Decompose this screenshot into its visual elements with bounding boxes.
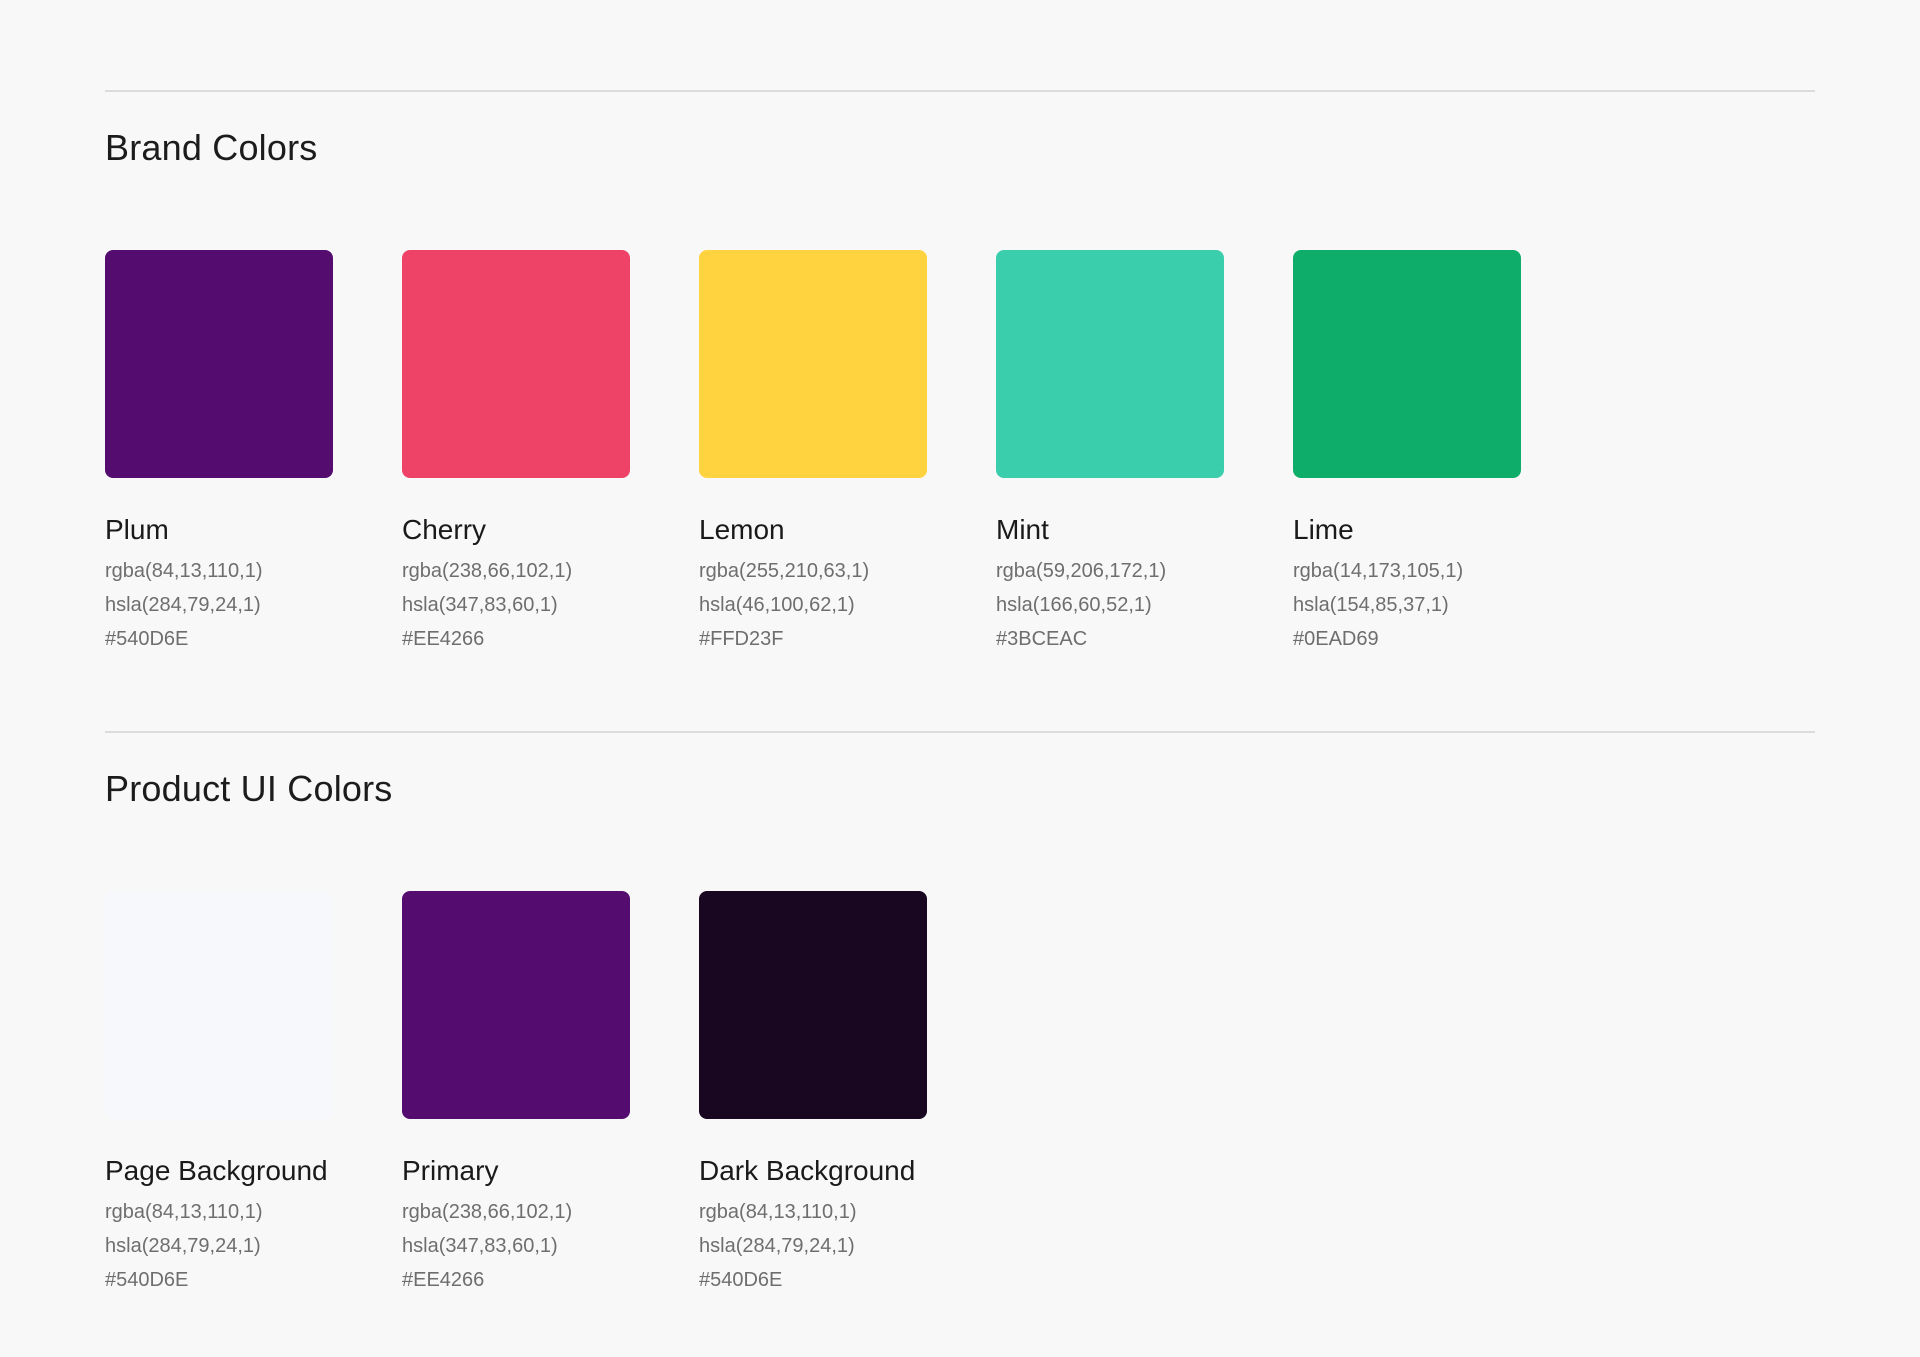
hex-value: #EE4266: [402, 628, 485, 650]
color-swatch: [105, 891, 333, 1119]
section-title: Brand Colors: [105, 127, 318, 168]
color-swatch: [699, 250, 927, 478]
color-card-plum: Plum rgba(84,13,110,1) hsla(284,79,24,1) #5…: [105, 250, 333, 656]
rgba-value: rgba(14,173,105,1): [1293, 560, 1464, 582]
color-name: Mint: [996, 514, 1049, 545]
brand-colors-section: Brand Colors Plum rgba(84,13,110,1) hsla(2…: [105, 90, 1815, 650]
color-card-lime: Lime rgba(14,173,105,1) hsla(154,85,37,1) #…: [1293, 250, 1521, 656]
rgba-value: rgba(255,210,63,1): [699, 560, 870, 582]
hsla-value: hsla(284,79,24,1): [105, 594, 261, 616]
color-values: rgba(238,66,102,1) hsla(347,83,60,1) #EE42…: [402, 1195, 630, 1297]
color-values: rgba(238,66,102,1) hsla(347,83,60,1) #EE42…: [402, 554, 630, 656]
color-swatch: [105, 250, 333, 478]
color-values: rgba(84,13,110,1) hsla(284,79,24,1) #540D6…: [105, 1195, 333, 1297]
color-name: Dark Background: [699, 1155, 916, 1186]
color-swatch: [699, 891, 927, 1119]
hsla-value: hsla(347,83,60,1): [402, 1235, 558, 1257]
color-name: Lemon: [699, 514, 785, 545]
hex-value: #540D6E: [105, 628, 189, 650]
color-swatch: [402, 250, 630, 478]
color-values: rgba(84,13,110,1) hsla(284,79,24,1) #540D6…: [699, 1195, 927, 1297]
color-card-page-background: Page Background rgba(84,13,110,1) hsla(284…: [105, 891, 333, 1297]
swatch-row: Page Background rgba(84,13,110,1) hsla(284…: [105, 891, 927, 1297]
color-card-mint: Mint rgba(59,206,172,1) hsla(166,60,52,1) #…: [996, 250, 1224, 656]
hex-value: #3BCEAC: [996, 628, 1088, 650]
color-card-dark-background: Dark Background rgba(84,13,110,1) hsla(284…: [699, 891, 927, 1297]
hsla-value: hsla(284,79,24,1): [105, 1235, 261, 1257]
color-values: rgba(59,206,172,1) hsla(166,60,52,1) #3BCE…: [996, 554, 1224, 656]
rgba-value: rgba(84,13,110,1): [105, 560, 263, 582]
color-swatch: [1293, 250, 1521, 478]
color-values: rgba(255,210,63,1) hsla(46,100,62,1) #FFD2…: [699, 554, 927, 656]
rgba-value: rgba(84,13,110,1): [105, 1201, 263, 1223]
hex-value: #FFD23F: [699, 628, 784, 650]
swatch-row: Plum rgba(84,13,110,1) hsla(284,79,24,1) #5…: [105, 250, 1521, 656]
color-name: Primary: [402, 1155, 499, 1186]
color-values: rgba(84,13,110,1) hsla(284,79,24,1) #540D6…: [105, 554, 333, 656]
hsla-value: hsla(284,79,24,1): [699, 1235, 855, 1257]
rgba-value: rgba(238,66,102,1): [402, 560, 573, 582]
color-swatch: [996, 250, 1224, 478]
rgba-value: rgba(238,66,102,1): [402, 1201, 573, 1223]
color-name: Plum: [105, 514, 169, 545]
color-palette-page: Brand Colors Plum rgba(84,13,110,1) hsla(2…: [0, 0, 1920, 1357]
color-card-cherry: Cherry rgba(238,66,102,1) hsla(347,83,60,1…: [402, 250, 630, 656]
hsla-value: hsla(166,60,52,1): [996, 594, 1152, 616]
color-card-primary: Primary rgba(238,66,102,1) hsla(347,83,60,…: [402, 891, 630, 1297]
rgba-value: rgba(59,206,172,1): [996, 560, 1167, 582]
color-card-lemon: Lemon rgba(255,210,63,1) hsla(46,100,62,1)…: [699, 250, 927, 656]
color-name: Cherry: [402, 514, 487, 545]
hex-value: #EE4266: [402, 1269, 485, 1291]
color-values: rgba(14,173,105,1) hsla(154,85,37,1) #0EAD…: [1293, 554, 1521, 656]
hex-value: #540D6E: [105, 1269, 189, 1291]
hex-value: #0EAD69: [1293, 628, 1379, 650]
color-swatch: [402, 891, 630, 1119]
product-ui-colors-section: Product UI Colors Page Background rgba(84…: [105, 731, 1815, 1291]
hsla-value: hsla(347,83,60,1): [402, 594, 558, 616]
color-name: Page Background: [105, 1155, 328, 1186]
section-title: Product UI Colors: [105, 768, 393, 809]
hex-value: #540D6E: [699, 1269, 783, 1291]
hsla-value: hsla(154,85,37,1): [1293, 594, 1449, 616]
color-name: Lime: [1293, 514, 1354, 545]
rgba-value: rgba(84,13,110,1): [699, 1201, 857, 1223]
hsla-value: hsla(46,100,62,1): [699, 594, 855, 616]
